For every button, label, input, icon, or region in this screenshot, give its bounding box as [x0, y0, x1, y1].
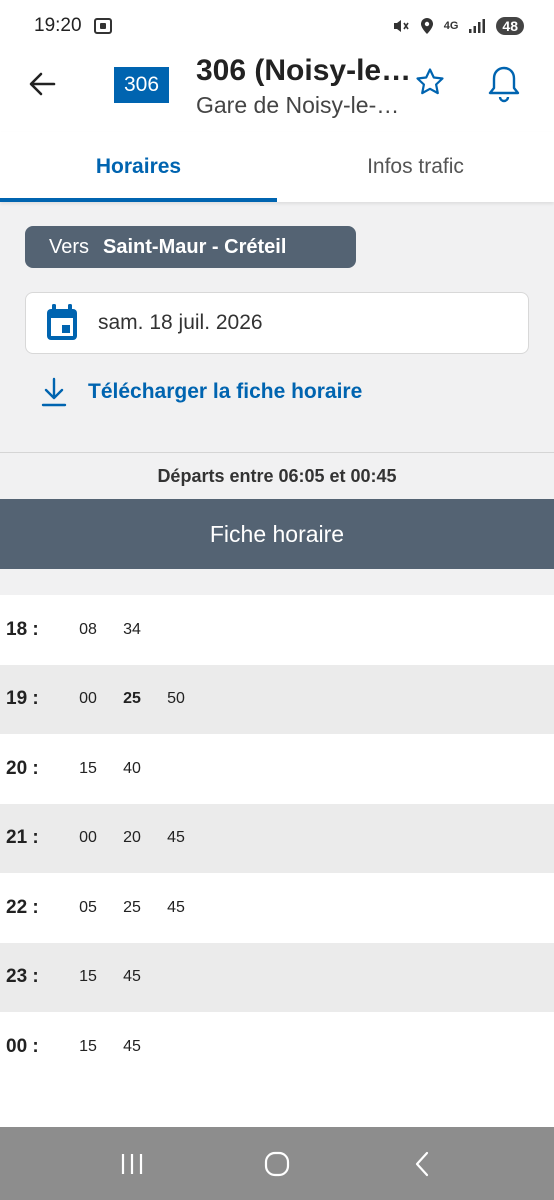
departures-range: Départs entre 06:05 et 00:45: [157, 465, 397, 486]
direction-prefix: Vers: [49, 235, 90, 258]
timetable: 18 : 08 34 19 : 00 25 50 20 : 15 40 21 :…: [0, 595, 554, 1082]
status-bar: 19:20 4G 48: [0, 0, 554, 52]
chevron-left-icon: [415, 1151, 428, 1176]
status-time: 19:20: [34, 15, 82, 36]
minute-value: 05: [79, 898, 97, 916]
recent-apps-button[interactable]: [112, 1144, 152, 1184]
download-timetable-link[interactable]: Télécharger la fiche horaire: [40, 372, 362, 412]
system-back-button[interactable]: [402, 1144, 442, 1184]
direction-selector[interactable]: Vers Saint-Maur - Créteil: [25, 226, 356, 268]
timetable-row: 19 : 00 25 50: [0, 664, 554, 734]
tab-horaires[interactable]: Horaires: [0, 132, 277, 202]
timetable-row: 21 : 00 20 45: [0, 803, 554, 873]
favorite-star-icon[interactable]: [414, 66, 446, 98]
hour-label: 18 :: [6, 618, 39, 640]
page-subtitle: Gare de Noisy-le-…: [196, 92, 400, 118]
network-label: 4G: [443, 20, 459, 32]
tab-bar: Horaires Infos trafic: [0, 132, 554, 202]
hour-label: 22 :: [6, 896, 39, 918]
app-header: 306 306 (Noisy-le… Gare de Noisy-le-…: [0, 52, 554, 132]
screenshot-icon: [93, 18, 112, 34]
hour-label: 00 :: [6, 1035, 39, 1057]
timetable-row: 18 : 08 34: [0, 595, 554, 665]
line-badge: 306: [114, 67, 169, 103]
timetable-header: Fiche horaire: [0, 499, 554, 569]
minute-value: 40: [123, 759, 141, 777]
minute-value: 34: [123, 620, 141, 638]
timetable-row: 00 : 15 45: [0, 1012, 554, 1082]
minute-value: 08: [79, 620, 97, 638]
notification-bell-icon[interactable]: [486, 64, 522, 104]
direction-destination: Saint-Maur - Créteil: [103, 235, 287, 258]
recent-apps-icon: [122, 1153, 143, 1174]
date-picker[interactable]: sam. 18 juil. 2026: [25, 292, 529, 354]
spacer: [0, 569, 554, 595]
minute-value: 15: [79, 759, 97, 777]
system-nav-bar: [0, 1127, 554, 1200]
status-icons: 4G 48: [392, 17, 524, 35]
download-icon: [41, 377, 67, 407]
minute-value: 45: [123, 1037, 141, 1055]
minute-value: 45: [167, 829, 185, 847]
back-arrow-icon[interactable]: [26, 68, 58, 100]
minute-value: 25: [123, 898, 141, 916]
home-button[interactable]: [257, 1144, 297, 1184]
timetable-row: 23 : 15 45: [0, 942, 554, 1012]
minute-value: 20: [123, 829, 141, 847]
minute-value: 00: [79, 829, 97, 847]
blank-area: [0, 1081, 554, 1127]
minute-value: 15: [79, 1037, 97, 1055]
page-title: 306 (Noisy-le…: [196, 54, 412, 87]
battery-level: 48: [502, 18, 518, 34]
minute-value-highlighted: 25: [123, 690, 141, 708]
minute-value: 45: [123, 968, 141, 986]
signal-icon: [469, 19, 486, 33]
mute-icon: [393, 20, 409, 32]
timetable-row: 22 : 05 25 45: [0, 873, 554, 943]
download-label: Télécharger la fiche horaire: [88, 380, 363, 403]
minute-value: 00: [79, 690, 97, 708]
home-icon: [264, 1151, 290, 1176]
minute-value: 15: [79, 968, 97, 986]
location-icon: [420, 18, 433, 34]
hour-label: 20 :: [6, 757, 39, 779]
hour-label: 19 :: [6, 688, 39, 710]
minute-value: 45: [167, 898, 185, 916]
hour-label: 23 :: [6, 966, 39, 988]
battery-icon: 48: [496, 17, 524, 35]
tab-infos-trafic[interactable]: Infos trafic: [277, 132, 554, 202]
minute-value: 50: [167, 690, 185, 708]
date-value: sam. 18 juil. 2026: [98, 311, 263, 334]
hour-label: 21 :: [6, 827, 39, 849]
calendar-icon: [47, 304, 77, 340]
timetable-row: 20 : 15 40: [0, 734, 554, 804]
